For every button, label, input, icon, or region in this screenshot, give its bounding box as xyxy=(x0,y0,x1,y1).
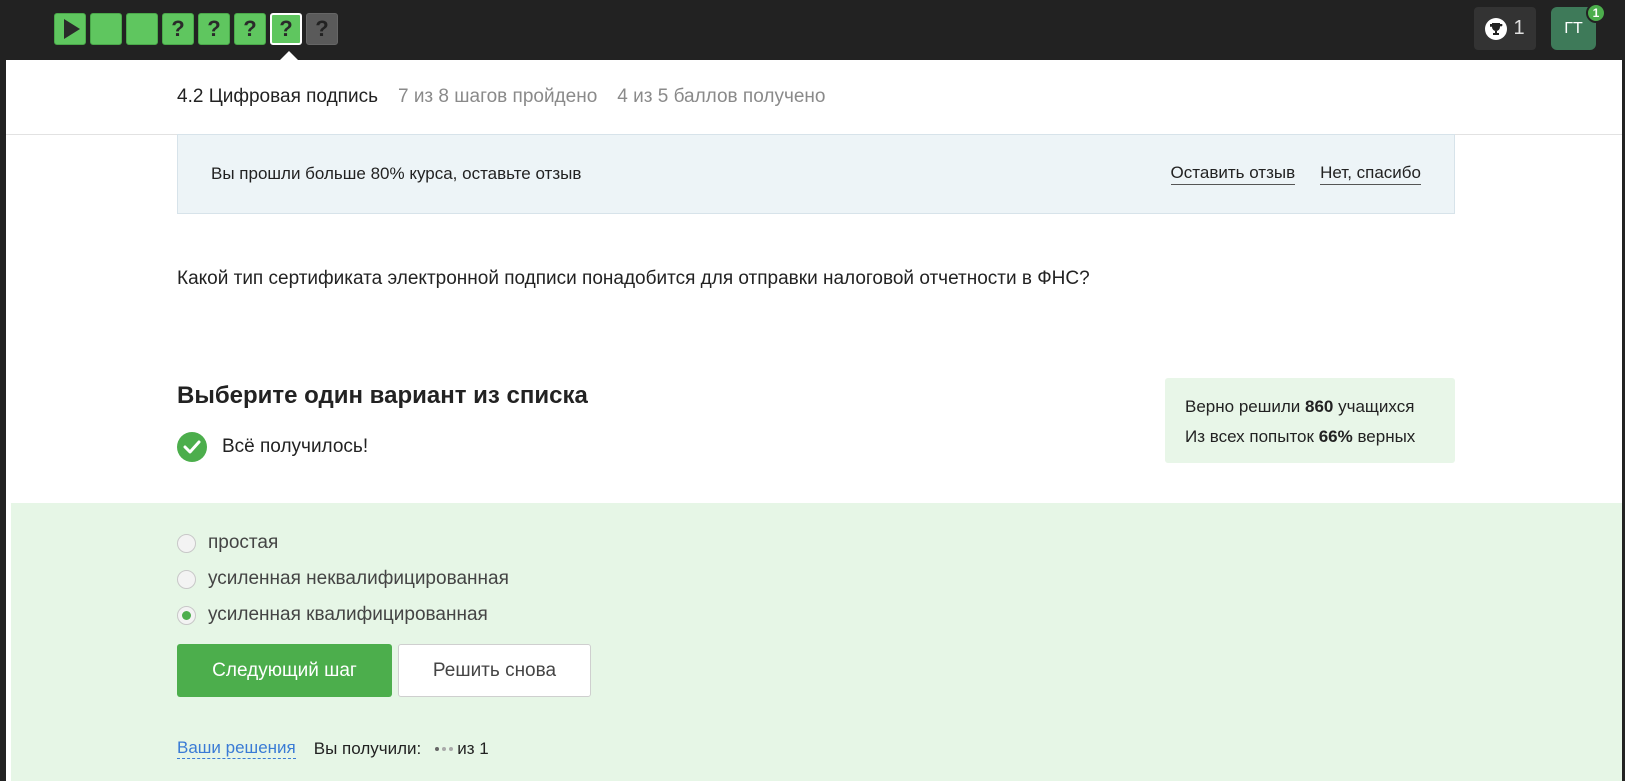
step-navigation: ? ? ? ? ? xyxy=(54,13,338,45)
radio-button[interactable] xyxy=(177,533,196,553)
option-simple[interactable]: простая xyxy=(177,525,509,561)
stats-panel: Верно решили 860 учащихся Из всех попыто… xyxy=(1165,378,1455,463)
current-step-pointer xyxy=(280,51,298,60)
question-mark-icon: ? xyxy=(171,16,185,41)
step-4-quiz[interactable]: ? xyxy=(162,13,194,45)
leave-review-link[interactable]: Оставить отзыв xyxy=(1170,163,1296,185)
question-mark-icon: ? xyxy=(243,16,257,41)
step-1-video[interactable] xyxy=(54,13,86,45)
step-5-quiz[interactable]: ? xyxy=(198,13,230,45)
attempts-stat: Из всех попыток 66% верных xyxy=(1185,427,1416,446)
you-got-label: Вы получили: xyxy=(313,738,422,758)
left-edge xyxy=(0,60,6,781)
option-enhanced-qualified[interactable]: усиленная квалифицированная xyxy=(177,597,509,633)
retry-button[interactable]: Решить снова xyxy=(398,644,591,697)
question-mark-icon: ? xyxy=(279,16,293,41)
lesson-progress: 7 из 8 шагов пройдено xyxy=(397,86,598,107)
question-mark-icon: ? xyxy=(207,16,221,41)
notification-badge: 1 xyxy=(1586,3,1606,23)
radio-button[interactable] xyxy=(177,569,196,589)
trophy-icon xyxy=(1485,17,1508,40)
question-mark-icon: ? xyxy=(315,16,329,41)
top-bar: ? ? ? ? ? 1 ГТ 1 xyxy=(0,0,1625,60)
radio-button-checked[interactable] xyxy=(177,605,196,625)
lesson-points: 4 из 5 баллов получено xyxy=(617,86,826,107)
quiz-instruction: Выберите один вариант из списка xyxy=(177,382,588,409)
step-6-quiz[interactable]: ? xyxy=(234,13,266,45)
step-7-quiz-current[interactable]: ? xyxy=(270,13,302,45)
result-text: Всё получилось! xyxy=(222,436,369,457)
question-text: Какой тип сертификата электронной подпис… xyxy=(177,268,1090,289)
check-icon xyxy=(177,432,207,462)
step-3-text[interactable] xyxy=(126,13,158,45)
next-step-button[interactable]: Следующий шаг xyxy=(177,644,392,697)
score-suffix: из 1 xyxy=(457,738,489,758)
result-message: Всё получилось! xyxy=(177,432,368,462)
score-dots-icon xyxy=(435,746,454,751)
radio-dot xyxy=(182,610,191,620)
lesson-title: 4.2 Цифровая подпись xyxy=(177,86,378,107)
solved-stat: Верно решили 860 учащихся xyxy=(1185,397,1415,416)
play-icon xyxy=(64,19,80,39)
feedback-banner: Вы прошли больше 80% курса, оставьте отз… xyxy=(177,134,1455,214)
feedback-banner-text: Вы прошли больше 80% курса, оставьте отз… xyxy=(211,164,582,183)
achievements-button[interactable]: 1 xyxy=(1474,7,1536,50)
options-list: простая усиленная неквалифицированная ус… xyxy=(177,525,509,633)
lesson-header: 4.2 Цифровая подпись 7 из 8 шагов пройде… xyxy=(6,60,1622,135)
achievements-count: 1 xyxy=(1513,17,1525,39)
step-2-text[interactable] xyxy=(90,13,122,45)
solutions-footer: Ваши решения Вы получили: из 1 xyxy=(177,738,489,760)
no-thanks-link[interactable]: Нет, спасибо xyxy=(1320,163,1421,185)
your-solutions-link[interactable]: Ваши решения xyxy=(177,738,296,760)
step-8-quiz-pending[interactable]: ? xyxy=(306,13,338,45)
option-enhanced-unqualified[interactable]: усиленная неквалифицированная xyxy=(177,561,509,597)
